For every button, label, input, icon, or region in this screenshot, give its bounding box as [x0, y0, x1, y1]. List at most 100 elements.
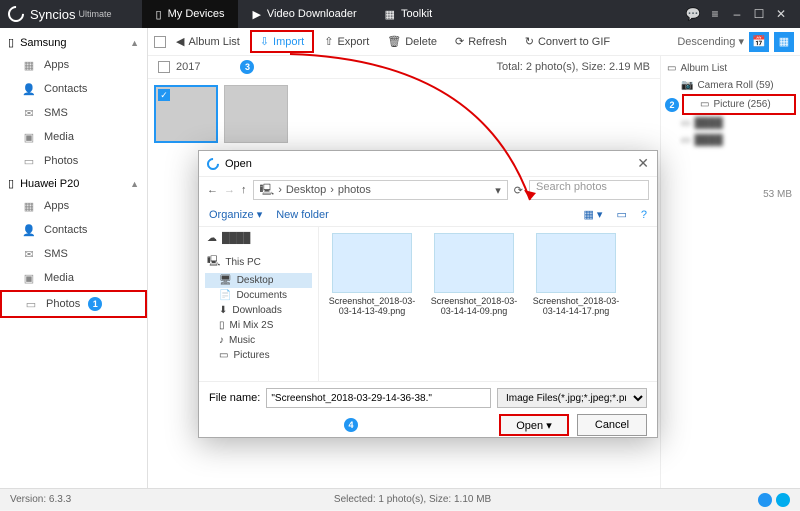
- export-button[interactable]: ⇧Export: [316, 32, 377, 51]
- app-name: Syncios: [30, 7, 76, 22]
- photo-thumb[interactable]: [224, 85, 288, 143]
- nav-up-button[interactable]: ↑: [241, 184, 247, 196]
- sidebar-item-label: Apps: [44, 200, 69, 212]
- view-calendar-button[interactable]: 📅: [749, 32, 769, 52]
- sidebar-item-label: Apps: [44, 59, 69, 71]
- sort-label: Descending: [677, 36, 735, 48]
- cloud-drive-item[interactable]: ☁████: [205, 231, 312, 246]
- file-name-input[interactable]: [266, 388, 491, 408]
- open-label: Open: [516, 420, 543, 432]
- tree-this-pc[interactable]: 🖳This PC: [205, 252, 312, 273]
- sidebar-item-apps-2[interactable]: ▦Apps: [0, 194, 147, 218]
- tree-music[interactable]: ♪Music: [205, 333, 312, 348]
- select-all-checkbox[interactable]: [154, 36, 166, 48]
- breadcrumb-path[interactable]: 🖳 › Desktop › photos ▾: [253, 180, 508, 200]
- help-button[interactable]: ?: [641, 209, 647, 221]
- breadcrumb-segment[interactable]: Desktop: [286, 184, 326, 196]
- btn-label: Refresh: [468, 36, 507, 48]
- organize-dropdown[interactable]: Organize ▾: [209, 208, 262, 221]
- section-checkbox[interactable]: [158, 61, 170, 73]
- twitter-icon[interactable]: [776, 493, 790, 507]
- album-camera-roll[interactable]: 📷Camera Roll (59): [665, 77, 796, 94]
- breadcrumb-segment[interactable]: photos: [338, 184, 371, 196]
- btn-label: Album List: [188, 36, 239, 48]
- sidebar-item-sms[interactable]: ✉SMS: [0, 101, 147, 125]
- dialog-close-button[interactable]: ✕: [637, 155, 649, 172]
- dialog-title: Open: [225, 158, 252, 170]
- minimize-button[interactable]: –: [726, 7, 748, 21]
- delete-button[interactable]: 🗑Delete: [379, 32, 445, 51]
- sidebar-item-apps[interactable]: ▦Apps: [0, 53, 147, 77]
- sidebar-item-label: Media: [44, 131, 74, 143]
- nav-forward-button[interactable]: →: [224, 184, 235, 196]
- album-picture[interactable]: ▭Picture (256): [682, 94, 796, 115]
- sidebar-item-photos-2[interactable]: ▭Photos 1: [0, 290, 147, 318]
- file-type-select[interactable]: Image Files(*.jpg;*.jpeg;*.png;*: [497, 388, 647, 408]
- phone-icon: ▯: [156, 8, 162, 21]
- music-icon: ♪: [219, 335, 224, 346]
- dialog-nav: ← → ↑ 🖳 › Desktop › photos ▾ ⟳ Search ph…: [199, 177, 657, 203]
- album-blurred: ▭████: [665, 115, 796, 132]
- tree-downloads[interactable]: ⬇Downloads: [205, 303, 312, 318]
- device-samsung[interactable]: ▯Samsung ▲: [0, 32, 147, 53]
- tree-label: This PC: [225, 257, 261, 268]
- pc-icon: 🖳: [260, 181, 275, 200]
- file-thumb: [332, 233, 412, 293]
- open-button[interactable]: Open ▾: [499, 414, 569, 436]
- sms-icon: ✉: [22, 247, 36, 261]
- view-mode-button[interactable]: ▦ ▾: [583, 208, 602, 221]
- sidebar-item-contacts-2[interactable]: 👤Contacts: [0, 218, 147, 242]
- refresh-path-button[interactable]: ⟳: [514, 184, 523, 197]
- tree-documents[interactable]: 📄Documents: [205, 288, 312, 303]
- chat-icon[interactable]: 💬: [682, 7, 704, 21]
- tab-my-devices[interactable]: ▯ My Devices: [142, 0, 239, 28]
- chevron-down-icon[interactable]: ▾: [495, 184, 501, 197]
- refresh-button[interactable]: ⟳Refresh: [447, 32, 515, 51]
- album-label: Camera Roll (59): [697, 80, 773, 91]
- step-badge-2: 2: [665, 98, 679, 112]
- tab-video-downloader[interactable]: ▶ Video Downloader: [238, 0, 370, 28]
- album-list-button[interactable]: ◀Album List: [168, 32, 248, 51]
- tree-mimix[interactable]: ▯Mi Mix 2S: [205, 318, 312, 333]
- dialog-search-input[interactable]: Search photos: [529, 180, 649, 200]
- photo-thumb[interactable]: ✓: [154, 85, 218, 143]
- dialog-toolbar: Organize ▾ New folder ▦ ▾ ▭ ?: [199, 203, 657, 227]
- cancel-button[interactable]: Cancel: [577, 414, 647, 436]
- sidebar-item-sms-2[interactable]: ✉SMS: [0, 242, 147, 266]
- file-item[interactable]: Screenshot_2018-03-03-14-14-09.png: [427, 233, 521, 316]
- picture-icon: ▭: [681, 118, 690, 129]
- step-badge-3: 3: [240, 60, 254, 74]
- new-folder-button[interactable]: New folder: [276, 209, 329, 221]
- maximize-button[interactable]: ☐: [748, 7, 770, 21]
- menu-icon[interactable]: ≡: [704, 7, 726, 21]
- tab-toolkit[interactable]: ▦ Toolkit: [371, 0, 447, 28]
- collapse-icon[interactable]: ▲: [130, 179, 139, 189]
- view-grid-button[interactable]: ▦: [774, 32, 794, 52]
- facebook-icon[interactable]: [758, 493, 772, 507]
- contacts-icon: 👤: [22, 82, 36, 96]
- album-panel-head: ▭Album List: [665, 60, 796, 77]
- close-button[interactable]: ✕: [770, 7, 792, 21]
- sidebar-item-photos[interactable]: ▭Photos: [0, 149, 147, 173]
- sidebar-item-label: SMS: [44, 107, 68, 119]
- nav-back-button[interactable]: ←: [207, 184, 218, 196]
- collapse-icon[interactable]: ▲: [130, 38, 139, 48]
- tree-desktop[interactable]: 🖥Desktop: [205, 273, 312, 288]
- selected-label: Selected: 1 photo(s), Size: 1.10 MB: [334, 494, 491, 505]
- import-button[interactable]: ⇩Import: [250, 30, 314, 53]
- file-item[interactable]: Screenshot_2018-03-03-14-14-17.png: [529, 233, 623, 316]
- device-huawei[interactable]: ▯Huawei P20 ▲: [0, 173, 147, 194]
- open-dialog: Open ✕ ← → ↑ 🖳 › Desktop › photos ▾ ⟳ Se…: [198, 150, 658, 438]
- preview-pane-button[interactable]: ▭: [616, 208, 626, 221]
- album-panel: ▭Album List 📷Camera Roll (59) 2 ▭Picture…: [660, 56, 800, 488]
- tree-label: Pictures: [233, 350, 269, 361]
- tree-pictures[interactable]: ▭Pictures: [205, 348, 312, 363]
- sidebar-item-contacts[interactable]: 👤Contacts: [0, 77, 147, 101]
- play-icon: ▶: [252, 8, 260, 21]
- sidebar-item-label: Media: [44, 272, 74, 284]
- convert-gif-button[interactable]: ↻Convert to GIF: [517, 32, 618, 51]
- file-item[interactable]: Screenshot_2018-03-03-14-13-49.png: [325, 233, 419, 316]
- sort-dropdown[interactable]: Descending ▾: [677, 35, 744, 48]
- sidebar-item-media-2[interactable]: ▣Media: [0, 266, 147, 290]
- sidebar-item-media[interactable]: ▣Media: [0, 125, 147, 149]
